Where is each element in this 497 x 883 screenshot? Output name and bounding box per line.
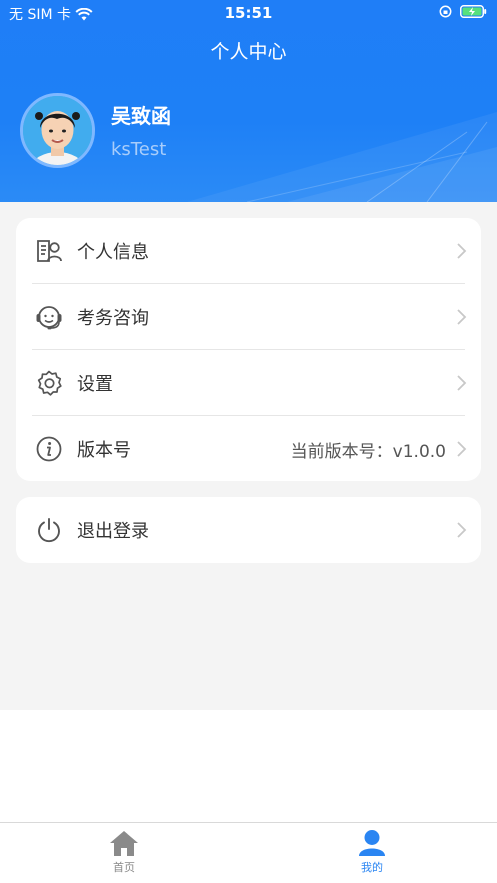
status-bar: 无 SIM 卡 15:51 [0, 0, 497, 26]
tab-me[interactable]: 我的 [342, 829, 402, 879]
chevron-right-icon [457, 522, 467, 538]
battery-charging-icon [460, 5, 487, 18]
menu-card: 个人信息 考务咨询 设置 版本号 当前版本号：v1.0.0 [16, 218, 481, 481]
avatar[interactable] [20, 93, 95, 168]
header-decoration [187, 112, 497, 202]
content-area: 个人信息 考务咨询 设置 版本号 当前版本号：v1.0.0 退出登录 [0, 202, 497, 710]
tab-bar: 首页 我的 [0, 822, 497, 883]
chevron-right-icon [457, 375, 467, 391]
profile-card-icon [37, 240, 62, 262]
version-value: 当前版本号：v1.0.0 [290, 442, 446, 462]
menu-item-settings[interactable]: 设置 [16, 350, 481, 416]
menu-item-exam-consult[interactable]: 考务咨询 [16, 284, 481, 350]
profile-header: 无 SIM 卡 15:51 个人中心 吴致函 ksTest [0, 0, 497, 202]
menu-item-version[interactable]: 版本号 当前版本号：v1.0.0 [16, 416, 481, 482]
menu-item-label: 设置 [77, 374, 113, 395]
tab-home[interactable]: 首页 [94, 829, 154, 879]
home-icon [110, 831, 138, 856]
menu-item-personal-info[interactable]: 个人信息 [16, 218, 481, 284]
logout-card: 退出登录 [16, 497, 481, 563]
status-time: 15:51 [224, 4, 273, 22]
menu-item-label: 考务咨询 [77, 308, 149, 329]
orientation-lock-icon [439, 5, 452, 18]
user-icon [359, 830, 385, 856]
power-icon [38, 518, 60, 543]
chevron-right-icon [457, 309, 467, 325]
user-name: 吴致函 [111, 104, 171, 128]
user-account: ksTest [111, 139, 167, 160]
tab-label: 首页 [113, 861, 135, 874]
page-title: 个人中心 [210, 41, 287, 63]
logout-button[interactable]: 退出登录 [16, 497, 481, 563]
chevron-right-icon [457, 441, 467, 457]
headset-icon [36, 306, 62, 330]
menu-item-label: 个人信息 [77, 242, 149, 263]
menu-item-label: 版本号 [77, 440, 131, 461]
chevron-right-icon [457, 243, 467, 259]
avatar-photo [23, 96, 92, 165]
info-icon [36, 436, 62, 462]
tab-label: 我的 [361, 861, 383, 874]
gear-icon [37, 370, 62, 396]
logout-label: 退出登录 [77, 521, 149, 542]
